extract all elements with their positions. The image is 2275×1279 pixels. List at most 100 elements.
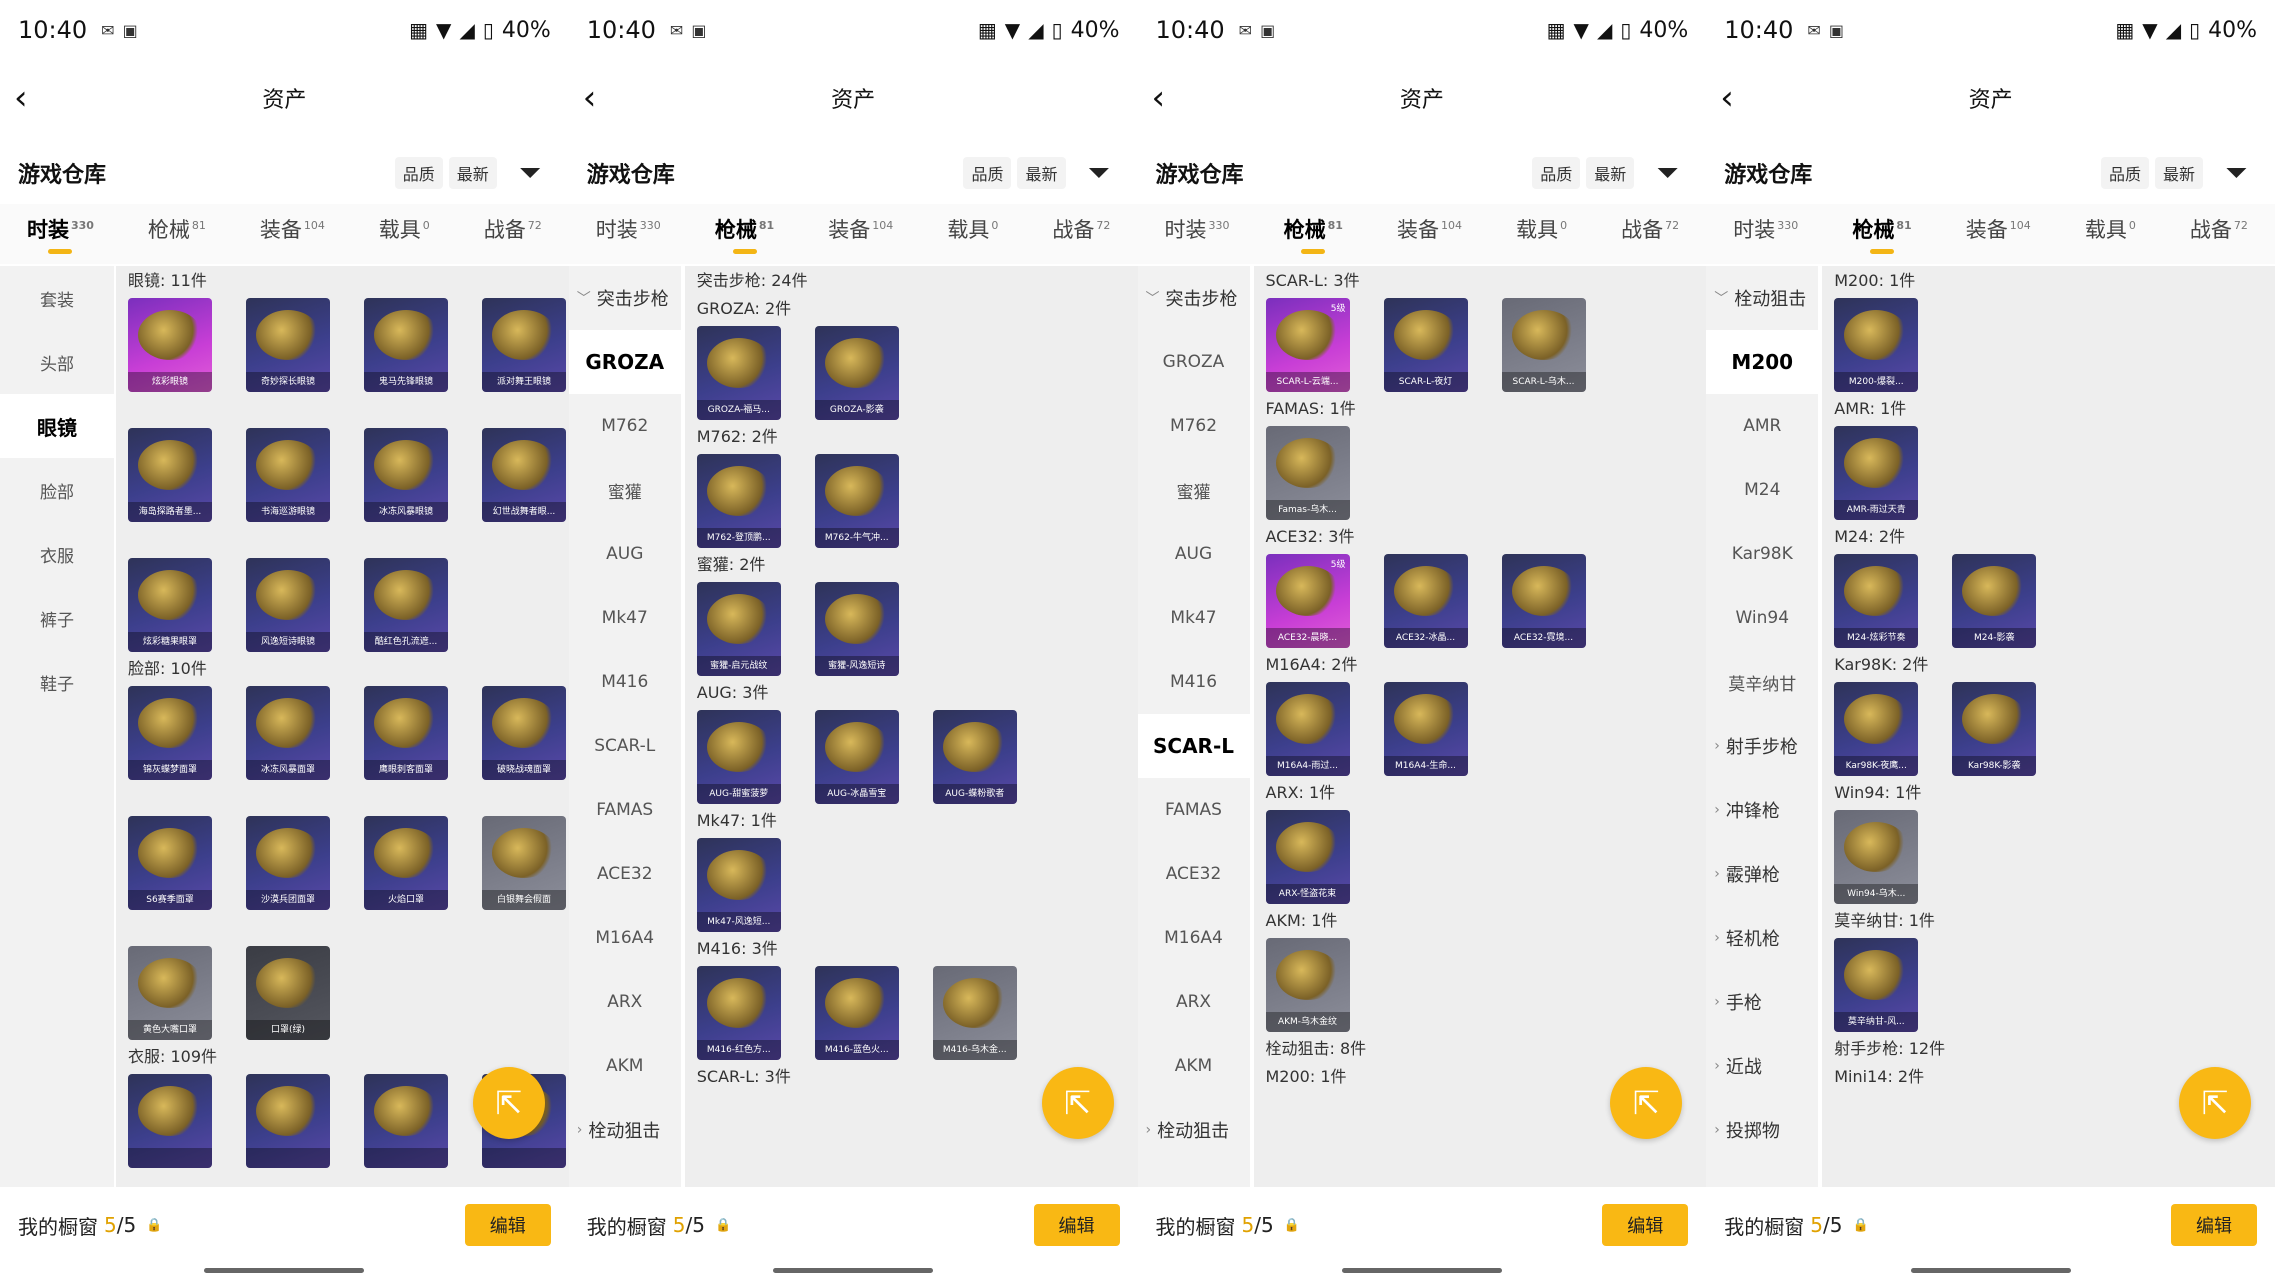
item-tile[interactable]: 5级 SCAR-L-云端... [1265,298,1350,392]
sidebar-item[interactable]: AKM [569,1034,681,1098]
item-tile[interactable]: SCAR-L-夜灯 [1383,298,1468,392]
sidebar-item[interactable]: M16A4 [569,906,681,970]
sort-newest-button[interactable]: 最新 [2154,157,2203,189]
item-tile[interactable]: GROZA-影袭 [814,326,899,420]
sort-quality-button[interactable]: 品质 [394,157,443,189]
item-tile[interactable]: 莫辛纳甘-风... [1834,938,1919,1032]
sidebar-item[interactable]: › 栓动狙击 [1138,1098,1250,1162]
tab-0[interactable]: 时装 330 [27,214,94,254]
sidebar-item[interactable]: SCAR-L [1137,714,1250,778]
sidebar-item[interactable]: 蜜獾 [569,458,681,522]
sidebar-item[interactable]: › 射手步枪 [1706,714,1818,778]
item-tile[interactable]: Kar98K-夜鹰... [1834,682,1919,776]
filter-icon[interactable]: ⏷ [1656,157,1688,189]
sidebar-item[interactable]: › 投掷物 [1706,1098,1818,1162]
item-tile[interactable]: 冰冻风暴面罩 [246,686,330,780]
sort-newest-button[interactable]: 最新 [448,157,497,189]
tab-2[interactable]: 装备 104 [828,214,893,254]
item-tile[interactable]: Mk47-风逸短... [696,838,781,932]
sidebar-item[interactable]: ACE32 [1138,842,1250,906]
sidebar-item[interactable]: M200 [1706,330,1819,394]
item-tile[interactable]: M416-红色方... [696,966,781,1060]
sidebar-item[interactable]: M16A4 [1138,906,1250,970]
item-tile[interactable]: AMR-雨过天青 [1834,426,1919,520]
tab-0[interactable]: 时装 330 [1733,214,1798,254]
item-tile[interactable]: 炫彩眼镜 [128,298,212,392]
item-tile[interactable]: M416-蓝色火... [814,966,899,1060]
sidebar-item[interactable]: ACE32 [569,842,681,906]
item-tile[interactable]: 破晓战魂面罩 [482,686,566,780]
sort-newest-button[interactable]: 最新 [1017,157,1066,189]
item-tile[interactable]: M762-登顶鹏... [696,454,781,548]
sidebar-item[interactable]: › 冲锋枪 [1706,778,1818,842]
sidebar-item[interactable]: › 手枪 [1706,970,1818,1034]
sidebar-item[interactable]: ﹀ 突击步枪 [1138,266,1250,330]
item-tile[interactable]: 鬼马先锋眼镜 [364,298,448,392]
item-tile[interactable]: ACE32-霓境... [1501,554,1586,648]
item-tile[interactable]: AKM-乌木金纹 [1265,938,1350,1032]
item-tile[interactable]: 鹰眼刺客面罩 [364,686,448,780]
item-tile[interactable]: ACE32-冰晶... [1383,554,1468,648]
sidebar-item[interactable]: 莫辛纳甘 [1706,650,1818,714]
share-icon[interactable]: ⇱ [2179,1067,2251,1139]
item-tile[interactable]: 风逸短诗眼镜 [246,558,330,652]
edit-button[interactable]: 编辑 [1602,1204,1689,1246]
sort-quality-button[interactable]: 品质 [2100,157,2149,189]
sidebar-item[interactable]: AUG [569,522,681,586]
sort-newest-button[interactable]: 最新 [1586,157,1635,189]
sidebar-item[interactable]: ﹀ 突击步枪 [569,266,681,330]
back-chevron-left-icon[interactable]: ‹ [14,80,50,116]
item-tile[interactable]: 书海巡游眼镜 [246,428,330,522]
item-tile[interactable]: M16A4-雨过... [1265,682,1350,776]
sidebar-item[interactable]: 衣服 [0,522,114,586]
back-chevron-left-icon[interactable]: ‹ [583,80,619,116]
tab-1[interactable]: 枪械 81 [148,214,206,254]
item-tile[interactable]: M24-炫彩节奏 [1834,554,1919,648]
tab-4[interactable]: 战备 72 [484,214,542,254]
item-tile[interactable]: M200-爆裂... [1834,298,1919,392]
sidebar-item[interactable]: AUG [1138,522,1250,586]
sidebar-item[interactable]: 套装 [0,266,114,330]
item-tile[interactable]: M16A4-生命... [1383,682,1468,776]
sidebar-item[interactable]: Mk47 [569,586,681,650]
item-tile[interactable] [246,1074,330,1168]
item-tile[interactable] [128,1074,212,1168]
item-tile[interactable]: 海岛探路者墨... [128,428,212,522]
edit-button[interactable]: 编辑 [464,1204,551,1246]
item-tile[interactable]: 酷红色孔流遮... [364,558,448,652]
sidebar-item[interactable]: M762 [1138,394,1250,458]
sidebar-item[interactable]: ﹀ 栓动狙击 [1706,266,1818,330]
sidebar-item[interactable]: M416 [569,650,681,714]
item-tile[interactable]: 派对舞王眼镜 [482,298,566,392]
tab-1[interactable]: 枪械 81 [715,214,774,254]
share-icon[interactable]: ⇱ [1610,1067,1683,1139]
item-tile[interactable]: AUG-冰晶雪宝 [814,710,899,804]
sidebar-item[interactable]: 鞋子 [0,650,114,714]
item-tile[interactable]: 火焰口罩 [364,816,448,910]
tab-3[interactable]: 载具 0 [1516,214,1567,254]
item-tile[interactable]: M24-影袭 [1952,554,2037,648]
sidebar-item[interactable]: Kar98K [1706,522,1818,586]
item-tile[interactable]: M416-乌木金... [932,966,1017,1060]
sidebar-item[interactable]: › 栓动狙击 [569,1098,681,1162]
item-tile[interactable]: SCAR-L-乌木... [1501,298,1586,392]
sidebar-item[interactable]: ARX [1138,970,1250,1034]
back-chevron-left-icon[interactable]: ‹ [1152,80,1188,116]
sidebar-item[interactable]: FAMAS [1138,778,1250,842]
edit-button[interactable]: 编辑 [2171,1204,2257,1246]
sidebar-item[interactable]: GROZA [568,330,681,394]
back-chevron-left-icon[interactable]: ‹ [1720,80,1756,116]
sidebar-item[interactable]: AKM [1138,1034,1250,1098]
sidebar-item[interactable]: 脸部 [0,458,114,522]
home-indicator[interactable] [204,1268,365,1273]
item-tile[interactable]: 沙漠兵团面罩 [246,816,330,910]
filter-icon[interactable]: ⏷ [1088,157,1120,189]
tab-2[interactable]: 装备 104 [260,214,325,254]
item-tile[interactable]: 奇妙探长眼镜 [246,298,330,392]
item-tile[interactable]: 冰冻风暴眼镜 [364,428,448,522]
home-indicator[interactable] [773,1268,934,1273]
share-icon[interactable]: ⇱ [1041,1067,1114,1139]
tab-4[interactable]: 战备 72 [1052,214,1110,254]
tab-0[interactable]: 时装 330 [1165,214,1230,254]
item-tile[interactable]: Win94-乌木... [1834,810,1919,904]
